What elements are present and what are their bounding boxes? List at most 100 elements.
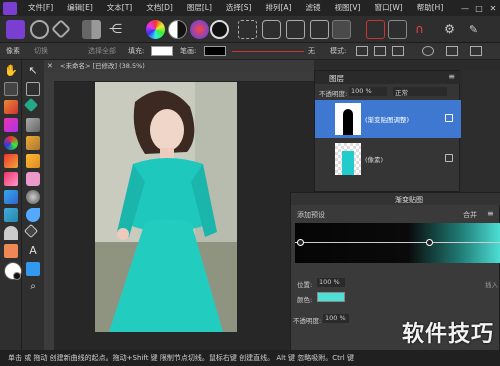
fill-swatch[interactable] — [151, 46, 173, 56]
layer-thumbnail — [335, 103, 361, 135]
snap-guide-icon[interactable] — [388, 20, 407, 39]
insert-button[interactable]: 插入 — [485, 279, 498, 289]
mode-option-3-icon[interactable] — [392, 46, 404, 56]
menu-edit[interactable]: 编辑[E] — [60, 0, 100, 16]
brush-tool-icon[interactable] — [4, 100, 18, 114]
layer-opacity-field[interactable]: 100 % — [349, 87, 387, 96]
toggle-label[interactable]: 切换 — [34, 46, 48, 56]
color-wheel-icon[interactable] — [146, 20, 165, 39]
selection-brush-icon[interactable] — [4, 118, 18, 132]
clone-tool-icon[interactable] — [26, 172, 40, 186]
layer-visibility-checkbox[interactable] — [445, 154, 453, 162]
layer-name: (渐变贴图调整) — [365, 116, 410, 124]
close-button[interactable]: ✕ — [486, 4, 500, 13]
dodge-tool-icon[interactable] — [4, 190, 18, 204]
marquee-select-icon[interactable] — [238, 20, 257, 39]
opacity-field[interactable]: 100 % — [323, 314, 349, 323]
blur-tool-icon[interactable] — [4, 208, 18, 222]
rounded-select-icon[interactable] — [262, 20, 281, 39]
hand-tool-icon[interactable]: ✋ — [4, 64, 18, 78]
layer-name: (像素) — [365, 156, 384, 164]
export-persona-icon[interactable] — [51, 19, 71, 39]
erase-brush-icon[interactable] — [4, 172, 18, 186]
paint-brush-icon[interactable] — [4, 154, 18, 168]
hsl-icon[interactable] — [190, 20, 209, 39]
sponge-tool-icon[interactable] — [26, 190, 40, 204]
blend-mode-select[interactable]: 正常 — [393, 87, 447, 97]
status-bar: 单击 或 拖动 创建新曲线的起点。拖动+Shift 键 限制节点切线。鼠标右键 … — [0, 350, 500, 366]
layers-panel-header: 图层 ≡ — [315, 71, 461, 84]
document-tab[interactable]: <未命名> [已修改] (38.5%) — [44, 60, 314, 72]
pen-tool-icon[interactable] — [4, 226, 18, 240]
menu-help[interactable]: 帮助[H] — [410, 0, 451, 16]
gradient-panel-title: 渐变贴图 — [395, 196, 423, 204]
minimize-button[interactable]: — — [458, 4, 472, 13]
stroke-width-slider[interactable] — [232, 51, 304, 52]
stroke-swatch[interactable] — [204, 46, 226, 56]
menu-window[interactable]: 窗口[W] — [367, 0, 409, 16]
snap-grid-icon[interactable] — [366, 20, 385, 39]
path-option-icon[interactable] — [422, 46, 434, 56]
move-tool-icon[interactable]: ↖ — [26, 64, 40, 78]
layer-visibility-checkbox[interactable] — [445, 114, 453, 122]
layer-row-pixel[interactable]: (像素) — [315, 140, 461, 178]
menu-view[interactable]: 视图[V] — [327, 0, 367, 16]
snapping-options-icon[interactable] — [332, 20, 351, 39]
crop-tool-icon[interactable] — [4, 82, 18, 96]
menu-text[interactable]: 文本[T] — [100, 0, 139, 16]
tab-close-icon[interactable]: ✕ — [47, 62, 55, 70]
gradient-tool-icon[interactable] — [26, 136, 40, 150]
select-intersect-icon[interactable] — [310, 20, 329, 39]
stop-color-swatch[interactable] — [317, 292, 345, 302]
menu-select[interactable]: 选择[S] — [219, 0, 259, 16]
gradient-stop-mid[interactable] — [426, 239, 433, 246]
flood-select-icon[interactable] — [23, 97, 39, 113]
zoom-tool-icon[interactable]: ⌕ — [26, 280, 40, 294]
share-icon[interactable]: ⋲ — [106, 20, 125, 39]
water-drop-icon[interactable] — [26, 208, 40, 222]
text-tool-icon[interactable]: A — [26, 244, 40, 258]
menu-arrange[interactable]: 排列[A] — [259, 0, 299, 16]
menu-layer[interactable]: 图层[L] — [180, 0, 219, 16]
secondary-color-swatch[interactable] — [13, 272, 21, 280]
layers-panel-title[interactable]: 图层 — [329, 73, 344, 84]
layer-opacity-label: 不透明度: — [319, 90, 348, 98]
tone-map-icon[interactable] — [82, 20, 101, 39]
shape-tool-icon[interactable] — [26, 262, 40, 276]
menu-bar: 文件[F] 编辑[E] 文本[T] 文档[D] 图层[L] 选择[S] 排列[A… — [0, 0, 500, 16]
menu-filters[interactable]: 滤镜 — [298, 0, 327, 16]
gradient-menu-icon[interactable]: ≡ — [487, 209, 494, 218]
select-all-label[interactable]: 选择全部 — [88, 46, 116, 56]
panel-menu-icon[interactable]: ≡ — [448, 72, 455, 81]
assistant-icon[interactable]: ⚙ — [440, 20, 459, 39]
pencil-tool-icon[interactable] — [4, 244, 18, 258]
layer-row-gradient-map[interactable]: (渐变贴图调整) — [315, 100, 461, 138]
fill-label: 填充: — [128, 47, 145, 55]
position-field[interactable]: 100 % — [317, 278, 345, 287]
node-tool-icon[interactable] — [23, 223, 39, 239]
white-balance-icon[interactable] — [210, 20, 229, 39]
pixel-persona-icon[interactable] — [30, 20, 49, 39]
designer-persona-icon[interactable] — [6, 20, 25, 39]
gradient-stop-start[interactable] — [297, 239, 304, 246]
mode-option-1-icon[interactable] — [356, 46, 368, 56]
main-toolbar: ⋲ ∩ ⚙ ✎ — [0, 16, 500, 43]
mode-option-2-icon[interactable] — [374, 46, 386, 56]
menu-file[interactable]: 文件[F] — [21, 0, 60, 16]
magnet-icon[interactable]: ∩ — [410, 20, 429, 39]
marquee-tool-icon[interactable] — [26, 82, 40, 96]
pen-settings-icon[interactable]: ✎ — [464, 20, 483, 39]
gradient-bar[interactable] — [295, 223, 500, 263]
fill-tool-icon[interactable] — [26, 118, 40, 132]
contrast-icon[interactable] — [168, 20, 187, 39]
gradient-track-line — [295, 242, 500, 243]
select-subtract-icon[interactable] — [286, 20, 305, 39]
maximize-button[interactable]: □ — [472, 4, 486, 13]
merge-button[interactable]: 合并 — [463, 210, 477, 220]
smudge-tool-icon[interactable] — [26, 154, 40, 168]
path-transform-icon[interactable] — [470, 46, 482, 56]
path-combine-icon[interactable] — [446, 46, 458, 56]
menu-document[interactable]: 文档[D] — [139, 0, 180, 16]
color-picker-icon[interactable] — [4, 136, 18, 150]
add-preset-button[interactable]: 添加预设 — [297, 210, 325, 220]
